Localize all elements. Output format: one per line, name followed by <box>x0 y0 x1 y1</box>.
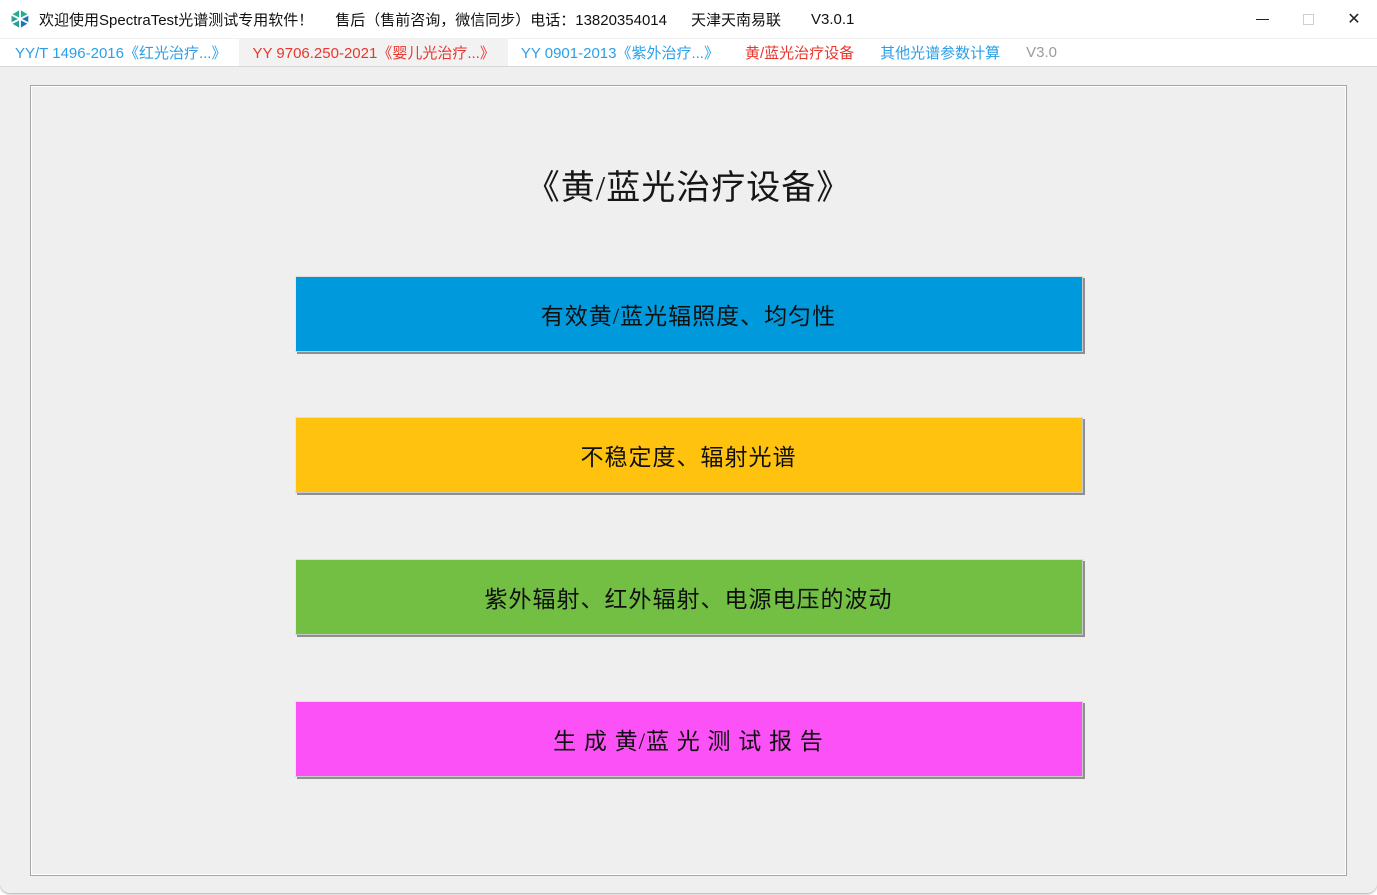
effective-irradiance-uniformity-button[interactable]: 有效黄/蓝光辐照度、均匀性 <box>295 276 1083 352</box>
app-logo-icon <box>10 9 30 29</box>
tab-yy-9706-infant-light[interactable]: YY 9706.250-2021《婴儿光治疗...》 <box>239 39 507 66</box>
minimize-icon <box>1256 19 1269 20</box>
maximize-button[interactable] <box>1285 0 1331 38</box>
instability-radiation-spectrum-button[interactable]: 不稳定度、辐射光谱 <box>295 417 1083 493</box>
page-title: 《黄/蓝光治疗设备》 <box>31 160 1346 209</box>
window-controls: ✕ <box>1239 0 1377 38</box>
titlebar-company-text: 天津天南易联 <box>691 9 781 30</box>
titlebar-welcome-text: 欢迎使用SpectraTest光谱测试专用软件！ <box>39 9 313 30</box>
maximize-icon <box>1303 14 1314 25</box>
tab-yyt-1496-red-light[interactable]: YY/T 1496-2016《红光治疗...》 <box>2 39 239 66</box>
close-button[interactable]: ✕ <box>1331 0 1377 38</box>
tab-yy-0901-uv-therapy[interactable]: YY 0901-2013《紫外治疗...》 <box>508 39 732 66</box>
tab-strip: YY/T 1496-2016《红光治疗...》 YY 9706.250-2021… <box>0 38 1377 67</box>
main-panel: 《黄/蓝光治疗设备》 有效黄/蓝光辐照度、均匀性 不稳定度、辐射光谱 紫外辐射、… <box>30 85 1347 876</box>
close-icon: ✕ <box>1347 11 1360 27</box>
generate-test-report-button[interactable]: 生 成 黄/蓝 光 测 试 报 告 <box>295 701 1083 777</box>
tab-version-label: V3.0 <box>1013 39 1070 66</box>
content-area: 《黄/蓝光治疗设备》 有效黄/蓝光辐照度、均匀性 不稳定度、辐射光谱 紫外辐射、… <box>0 68 1377 893</box>
tab-yellow-blue-light-device[interactable]: 黄/蓝光治疗设备 <box>732 39 867 66</box>
minimize-button[interactable] <box>1239 0 1285 38</box>
uv-ir-voltage-fluctuation-button[interactable]: 紫外辐射、红外辐射、电源电压的波动 <box>295 559 1083 635</box>
app-window: 欢迎使用SpectraTest光谱测试专用软件！ 售后（售前咨询，微信同步）电话… <box>0 0 1377 893</box>
titlebar-support-phone-text: 售后（售前咨询，微信同步）电话：13820354014 <box>335 9 667 30</box>
titlebar-version-text: V3.0.1 <box>811 11 854 28</box>
title-bar: 欢迎使用SpectraTest光谱测试专用软件！ 售后（售前咨询，微信同步）电话… <box>0 0 1377 38</box>
tab-other-spectral-params[interactable]: 其他光谱参数计算 <box>867 39 1013 66</box>
